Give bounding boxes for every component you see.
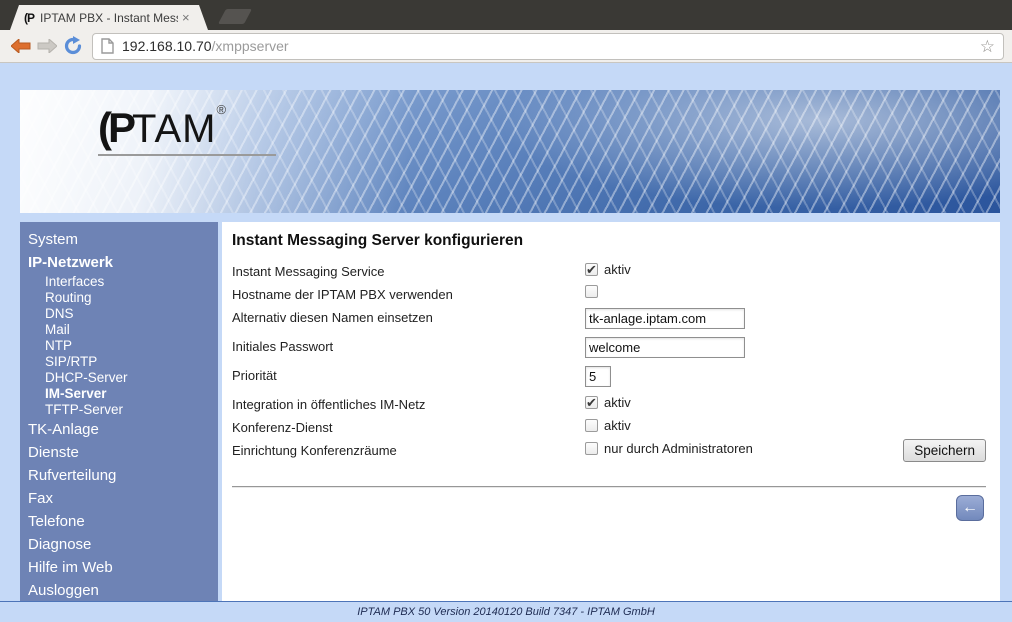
- back-arrow-icon: ←: [962, 499, 978, 516]
- sidebar-item-ausloggen[interactable]: Ausloggen: [20, 579, 218, 602]
- field-label: Integration in öffentliches IM-Netz: [232, 395, 585, 412]
- sidebar-item-tk-anlage[interactable]: TK-Anlage: [20, 418, 218, 441]
- form-row-priority: Priorität: [232, 366, 986, 395]
- field-label: Initiales Passwort: [232, 337, 585, 354]
- sidebar-item-routing[interactable]: Routing: [20, 290, 218, 306]
- conference-service-checkbox[interactable]: [585, 419, 598, 432]
- checkbox-label: aktiv: [604, 418, 631, 433]
- tab-favicon-icon: (P: [24, 11, 34, 25]
- sidebar-item-sip-rtp[interactable]: SIP/RTP: [20, 354, 218, 370]
- page-footer: IPTAM PBX 50 Version 20140120 Build 7347…: [0, 601, 1012, 622]
- sidebar-item-hilfe-im-web[interactable]: Hilfe im Web: [20, 556, 218, 579]
- sidebar-item-im-server[interactable]: IM-Server: [20, 386, 218, 402]
- field-label: Konferenz-Dienst: [232, 418, 585, 435]
- browser-tab-bar: (P IPTAM PBX - Instant Messa ×: [0, 0, 1012, 30]
- sidebar-item-dienste[interactable]: Dienste: [20, 441, 218, 464]
- field-label: Einrichtung Konferenzräume: [232, 441, 585, 458]
- sidebar-item-telefone[interactable]: Telefone: [20, 510, 218, 533]
- sidebar-item-fax[interactable]: Fax: [20, 487, 218, 510]
- sidebar-item-tftp-server[interactable]: TFTP-Server: [20, 402, 218, 418]
- sidebar-item-rufverteilung[interactable]: Rufverteilung: [20, 464, 218, 487]
- form-row-im-service: Instant Messaging Service ✔ aktiv: [232, 262, 986, 285]
- sidebar-item-dhcp-server[interactable]: DHCP-Server: [20, 370, 218, 386]
- footer-version-text: IPTAM PBX 50 Version 20140120 Build 7347…: [0, 602, 1012, 622]
- logo-underline: [98, 154, 276, 156]
- form-row-hostname: Hostname der IPTAM PBX verwenden: [232, 285, 986, 308]
- checkbox-label: nur durch Administratoren: [604, 441, 753, 456]
- page-body: (PTAM® System IP-Netzwerk Interfaces Rou…: [0, 63, 1012, 622]
- public-im-checkbox[interactable]: ✔: [585, 396, 598, 409]
- im-service-checkbox[interactable]: ✔: [585, 263, 598, 276]
- reload-icon: [63, 36, 83, 56]
- page-title: Instant Messaging Server konfigurieren: [232, 232, 986, 250]
- save-button[interactable]: Speichern: [903, 439, 986, 462]
- form-row-alt-name: Alternativ diesen Namen einsetzen: [232, 308, 986, 337]
- field-label: Priorität: [232, 366, 585, 383]
- iptam-logo: (PTAM®: [98, 102, 276, 156]
- sidebar-item-mail[interactable]: Mail: [20, 322, 218, 338]
- reload-button[interactable]: [60, 33, 86, 59]
- sidebar-item-system[interactable]: System: [20, 228, 218, 251]
- alt-name-input[interactable]: [585, 308, 745, 329]
- header-banner: (PTAM®: [20, 90, 1000, 213]
- field-label: Alternativ diesen Namen einsetzen: [232, 308, 585, 325]
- url-bar[interactable]: 192.168.10.70/xmppserver ☆: [92, 33, 1004, 60]
- tab-close-icon[interactable]: ×: [182, 11, 190, 24]
- forward-button[interactable]: [34, 33, 60, 59]
- checkbox-label: aktiv: [604, 262, 631, 277]
- hostname-checkbox[interactable]: [585, 285, 598, 298]
- form-row-initial-password: Initiales Passwort: [232, 337, 986, 366]
- form-row-conference-rooms: Einrichtung Konferenzräume nur durch Adm…: [232, 441, 986, 464]
- content-divider: [232, 486, 986, 488]
- sidebar-item-interfaces[interactable]: Interfaces: [20, 274, 218, 290]
- conference-rooms-checkbox[interactable]: [585, 442, 598, 455]
- new-tab-button[interactable]: [218, 9, 252, 24]
- priority-input[interactable]: [585, 366, 611, 387]
- sidebar-item-ip-netzwerk[interactable]: IP-Netzwerk: [20, 251, 218, 274]
- form-row-conference-service: Konferenz-Dienst aktiv: [232, 418, 986, 441]
- page-document-icon: [101, 38, 114, 54]
- url-path: /xmppserver: [212, 38, 289, 54]
- field-label: Hostname der IPTAM PBX verwenden: [232, 285, 585, 302]
- sidebar-item-dns[interactable]: DNS: [20, 306, 218, 322]
- back-row: ←: [232, 495, 986, 521]
- registered-mark: ®: [216, 102, 226, 117]
- main-content: Instant Messaging Server konfigurieren I…: [222, 222, 1000, 601]
- forward-arrow-icon: [37, 39, 57, 53]
- field-label: Instant Messaging Service: [232, 262, 585, 279]
- back-page-button[interactable]: ←: [956, 495, 984, 521]
- logo-tam-text: TAM: [132, 107, 216, 151]
- initial-password-input[interactable]: [585, 337, 745, 358]
- url-host: 192.168.10.70: [122, 38, 212, 54]
- back-arrow-icon: [11, 39, 31, 53]
- bookmark-star-icon[interactable]: ☆: [980, 38, 995, 55]
- form-row-public-im: Integration in öffentliches IM-Netz ✔ ak…: [232, 395, 986, 418]
- sidebar-nav: System IP-Netzwerk Interfaces Routing DN…: [20, 222, 218, 601]
- browser-toolbar: 192.168.10.70/xmppserver ☆: [0, 30, 1012, 63]
- browser-tab[interactable]: (P IPTAM PBX - Instant Messa ×: [10, 5, 208, 30]
- tab-title: IPTAM PBX - Instant Messa: [40, 11, 178, 25]
- logo-ip-mark: (P: [98, 104, 132, 151]
- checkbox-label: aktiv: [604, 395, 631, 410]
- back-button[interactable]: [8, 33, 34, 59]
- sidebar-item-ntp[interactable]: NTP: [20, 338, 218, 354]
- sidebar-item-diagnose[interactable]: Diagnose: [20, 533, 218, 556]
